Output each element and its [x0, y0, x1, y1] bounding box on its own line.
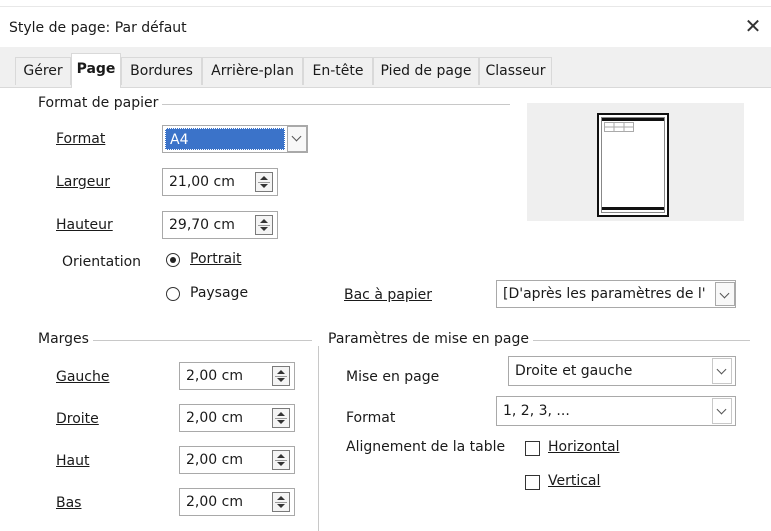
tab-arriere-plan[interactable]: Arrière-plan	[202, 57, 303, 85]
spin-divider	[258, 225, 270, 226]
horizontal-label[interactable]: Horizontal	[548, 439, 619, 455]
vertical-label[interactable]: Vertical	[548, 473, 600, 489]
spin-down-icon	[277, 378, 285, 382]
portrait-radio[interactable]	[166, 253, 180, 267]
spin-up-icon	[260, 219, 268, 223]
format-value: A4	[165, 128, 285, 150]
section-divider	[318, 346, 319, 531]
dialog-title: Style de page: Par défaut	[9, 20, 187, 36]
margins-section-title: Marges	[38, 331, 93, 347]
paper-tray-combobox[interactable]: [D'après les paramètres de l'	[496, 280, 736, 308]
tab-classeur[interactable]: Classeur	[479, 57, 552, 85]
tab-en-tete[interactable]: En-tête	[303, 57, 373, 85]
page-layout-combobox[interactable]: Droite et gauche	[508, 356, 736, 386]
chevron-down-icon	[291, 131, 302, 142]
margin-bottom-label: Bas	[56, 495, 82, 511]
number-format-combobox[interactable]: 1, 2, 3, ...	[496, 396, 736, 426]
tab-gerer[interactable]: Gérer	[15, 57, 71, 85]
vertical-checkbox[interactable]	[525, 475, 540, 490]
spin-up-icon	[277, 412, 285, 416]
spin-up-icon	[260, 176, 268, 180]
number-format-label: Format	[346, 410, 396, 426]
margin-bottom-spin[interactable]	[272, 492, 290, 512]
page-layout-label: Mise en page	[346, 369, 440, 385]
format-label: Format	[56, 131, 106, 147]
spin-down-icon	[260, 184, 268, 188]
table-alignment-label: Alignement de la table	[346, 439, 506, 455]
landscape-label[interactable]: Paysage	[190, 285, 248, 301]
spin-up-icon	[277, 496, 285, 500]
landscape-radio[interactable]	[166, 287, 180, 301]
spin-down-icon	[277, 504, 285, 508]
margin-left-label: Gauche	[56, 369, 110, 385]
spin-down-icon	[277, 462, 285, 466]
tab-pied-de-page[interactable]: Pied de page	[373, 57, 479, 85]
horizontal-checkbox[interactable]	[525, 441, 540, 456]
spin-up-icon	[277, 370, 285, 374]
margin-right-label: Droite	[56, 411, 99, 427]
close-icon[interactable]: ✕	[741, 14, 765, 38]
margin-left-spin[interactable]	[272, 366, 290, 386]
spin-divider	[258, 182, 270, 183]
preview-footer-bar	[602, 207, 664, 210]
paper-section-title: Format de papier	[38, 95, 163, 111]
spin-divider	[275, 502, 287, 503]
tab-page[interactable]: Page	[71, 53, 121, 88]
paper-tray-label: Bac à papier	[344, 287, 432, 303]
width-label: Largeur	[56, 174, 111, 190]
height-spin[interactable]	[255, 215, 273, 235]
spin-down-icon	[260, 227, 268, 231]
spin-divider	[275, 418, 287, 419]
spin-divider	[275, 460, 287, 461]
spin-up-icon	[277, 454, 285, 458]
height-label: Hauteur	[56, 217, 113, 233]
format-dropdown-button[interactable]	[287, 126, 307, 152]
margin-right-spin[interactable]	[272, 408, 290, 428]
margin-top-spin[interactable]	[272, 450, 290, 470]
number-format-dropdown-button[interactable]	[712, 398, 732, 424]
chevron-down-icon	[716, 364, 727, 375]
chevron-down-icon	[719, 288, 730, 299]
table-grid-icon	[604, 122, 634, 132]
chevron-down-icon	[716, 404, 727, 415]
spin-down-icon	[277, 420, 285, 424]
page-layout-dropdown-button[interactable]	[712, 358, 732, 384]
orientation-label: Orientation	[62, 254, 142, 270]
paper-tray-dropdown-button[interactable]	[715, 282, 735, 306]
spin-divider	[275, 376, 287, 377]
width-spin[interactable]	[255, 172, 273, 192]
preview-header-bar	[602, 118, 664, 121]
tab-bordures[interactable]: Bordures	[121, 57, 202, 85]
layout-section-title: Paramètres de mise en page	[328, 331, 534, 347]
margin-top-label: Haut	[56, 453, 90, 469]
portrait-label[interactable]: Portrait	[190, 251, 241, 267]
underlying-window-strip	[0, 0, 771, 7]
